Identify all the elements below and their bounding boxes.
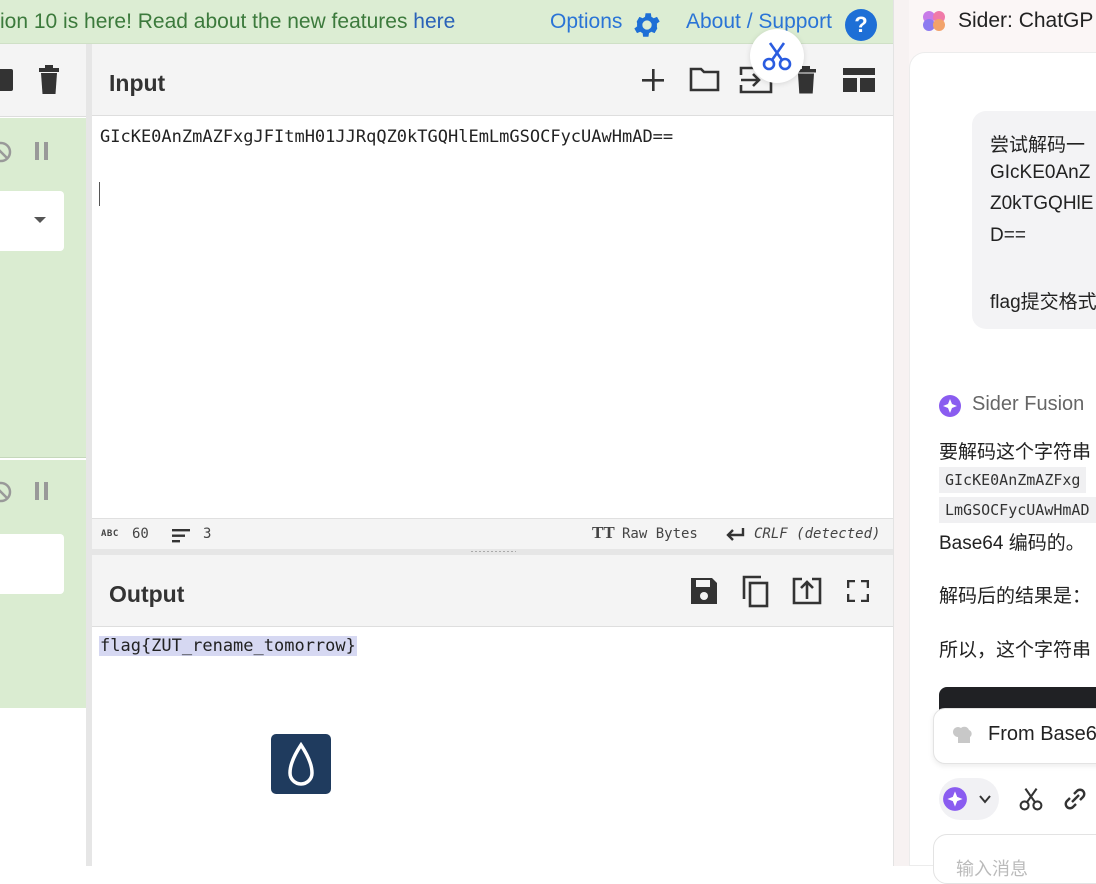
pause-icon[interactable]: [34, 142, 50, 160]
copy-icon[interactable]: [740, 575, 770, 608]
operation-2[interactable]: [0, 460, 86, 708]
sparkle-icon: [943, 787, 967, 811]
pause-icon[interactable]: [34, 482, 50, 500]
user-message-line: GIcKE0AnZ: [990, 162, 1091, 183]
sparkle-icon: [939, 395, 961, 417]
drop-icon: [288, 742, 314, 786]
output-value: flag{ZUT_rename_tomorrow}: [99, 636, 357, 656]
about-support-link[interactable]: About / Support: [686, 10, 832, 34]
input-title: Input: [109, 70, 166, 96]
help-icon[interactable]: ?: [845, 9, 877, 41]
recipe-toolbar: [0, 44, 86, 117]
disable-icon[interactable]: [0, 481, 12, 503]
lines-icon: [172, 529, 190, 543]
scissors-icon[interactable]: [1019, 787, 1043, 811]
inline-code: GIcKE0AnZmAZFxg: [939, 467, 1087, 493]
return-icon: [726, 528, 745, 541]
input-status-bar: ABC 60 3 TT Raw Bytes CRLF (detected): [92, 518, 893, 549]
output-title: Output: [109, 581, 185, 607]
input-lines: 3: [203, 526, 212, 542]
inline-code: LmGSOCFycUAwHmAD: [939, 497, 1096, 523]
sider-float-icon[interactable]: [271, 734, 331, 794]
scissors-icon: [762, 42, 792, 71]
maximize-icon[interactable]: [847, 580, 869, 602]
model-selector[interactable]: [939, 778, 999, 820]
eol-label[interactable]: CRLF (detected): [754, 526, 880, 542]
chevron-down-icon: [979, 795, 991, 804]
save-recipe-icon[interactable]: [0, 69, 13, 91]
user-message-line: flag提交格式: [990, 292, 1096, 313]
trash-icon[interactable]: [37, 65, 61, 95]
output-textarea[interactable]: flag{ZUT_rename_tomorrow}: [92, 627, 893, 866]
user-message: 尝试解码一 GIcKE0AnZ Z0kTGQHlE D== flag提交格式: [972, 111, 1096, 329]
user-message-line: 尝试解码一: [990, 135, 1086, 156]
chevron-down-icon: [34, 217, 46, 223]
options-link[interactable]: Options: [550, 10, 622, 34]
reply-line: 所以，这个字符串: [939, 640, 1092, 661]
sider-title: Sider: ChatGP: [958, 9, 1094, 32]
suggestion-label: From Base64: [988, 723, 1096, 745]
sider-scissors-button[interactable]: [750, 29, 804, 83]
input-textarea[interactable]: GIcKE0AnZmAZFxgJFItmH01JJRqQZ0kTGQHlEmLm…: [92, 116, 893, 518]
brain-icon: [923, 11, 945, 31]
chef-hat-icon: [953, 726, 972, 743]
model-name: Sider Fusion: [972, 393, 1085, 415]
layout-icon[interactable]: [843, 68, 875, 92]
plus-icon[interactable]: [641, 68, 665, 92]
text-encoding-icon[interactable]: TT: [592, 523, 615, 543]
reply-line: 解码后的结果是：: [939, 586, 1092, 607]
text-caret: [99, 182, 100, 206]
operation-from-base64[interactable]: [0, 118, 86, 458]
recipe-panel: [0, 44, 86, 866]
save-icon[interactable]: [690, 577, 718, 605]
link-icon[interactable]: [1063, 787, 1087, 811]
open-in-input-icon[interactable]: [792, 577, 822, 605]
user-message-line: D==: [990, 225, 1026, 246]
sider-panel: Sider: ChatGP 尝试解码一 GIcKE0AnZ Z0kTGQHlE …: [909, 0, 1096, 884]
folder-icon[interactable]: [689, 66, 720, 92]
operation-arg-field[interactable]: [0, 534, 64, 594]
banner-link[interactable]: here: [413, 10, 455, 33]
output-header: Output: [92, 555, 893, 627]
message-placeholder: 输入消息: [956, 859, 1028, 879]
suggestion-chip[interactable]: From Base64: [933, 708, 1096, 764]
reply-line: 要解码这个字符串: [939, 442, 1092, 463]
banner-text: ion 10 is here! Read about the new featu…: [0, 10, 414, 33]
gear-icon[interactable]: [631, 9, 663, 41]
abc-icon: ABC: [101, 529, 119, 539]
input-value: GIcKE0AnZmAZFxgJFItmH01JJRqQZ0kTGQHlEmLm…: [100, 127, 674, 147]
disable-icon[interactable]: [0, 141, 12, 163]
message-input[interactable]: 输入消息: [933, 834, 1096, 884]
reply-line: Base64 编码的。: [939, 533, 1085, 554]
encoding-label[interactable]: Raw Bytes: [622, 526, 698, 542]
input-length: 60: [132, 526, 149, 542]
user-message-line: Z0kTGQHlE: [990, 193, 1094, 214]
splitter-grip[interactable]: [470, 550, 516, 553]
alphabet-select[interactable]: [0, 191, 64, 251]
panel-divider: [893, 0, 909, 866]
banner-message: ion 10 is here! Read about the new featu…: [0, 10, 455, 34]
